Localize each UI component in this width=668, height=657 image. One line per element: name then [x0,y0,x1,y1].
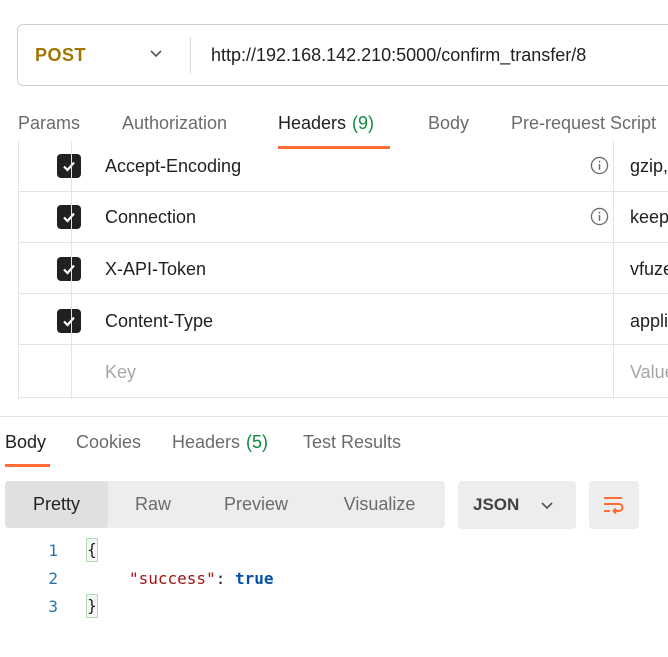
url-divider [190,37,191,73]
method-label: POST [35,44,87,65]
format-label: JSON [473,495,520,514]
header-value[interactable]: keep [630,207,668,228]
url-value: http://192.168.142.210:5000/confirm_tran… [211,44,587,65]
request-url-bar: POST http://192.168.142.210:5000/confirm… [17,24,668,86]
json-value: true [234,569,274,588]
line-number: 3 [48,597,58,616]
checkbox-checked-icon[interactable] [57,205,81,229]
view-raw-button[interactable]: Raw [108,481,198,528]
column-divider [71,141,72,399]
view-pretty-button[interactable]: Pretty [5,481,108,528]
view-label: Preview [223,494,289,514]
column-divider [613,141,614,399]
response-body-editor[interactable]: 1 { 2 "success": true 3 } [0,535,668,635]
header-value[interactable]: vfuze [630,259,668,280]
tab-label: Headers [278,113,347,133]
line-number: 1 [48,541,58,560]
json-close-brace: } [86,594,98,618]
tab-count: (9) [352,113,375,133]
tab-response-body[interactable]: Body [5,432,46,453]
tab-cookies[interactable]: Cookies [76,432,141,453]
tab-label: Body [428,113,470,133]
table-row: Connection keep [19,192,668,243]
checkbox-checked-icon[interactable] [57,154,81,178]
view-label: Pretty [32,494,80,514]
header-value[interactable]: appli [630,311,668,332]
tab-label: Test Results [303,432,402,452]
wrap-lines-icon [604,497,624,515]
view-mode-segmented-control: Pretty Raw Preview Visualize [5,481,445,528]
tab-test-results[interactable]: Test Results [303,432,401,453]
headers-table: Accept-Encoding gzip, Connection keep X-… [18,141,668,399]
table-row-new: Key Value [19,347,668,398]
json-colon: : [215,569,235,588]
view-preview-button[interactable]: Preview [198,481,314,528]
info-icon[interactable] [590,207,609,226]
tab-label: Authorization [122,113,228,133]
json-key-text: "success" [129,569,216,588]
header-key[interactable]: Content-Type [105,311,213,332]
tab-count: (5) [246,432,269,452]
pane-divider[interactable] [0,416,668,417]
format-select[interactable]: JSON [458,481,576,529]
active-tab-indicator [5,464,50,467]
table-row: X-API-Token vfuze [19,243,668,294]
checkbox-checked-icon[interactable] [57,309,81,333]
tab-label: Body [5,432,47,452]
tab-label: Pre-request Script [511,113,657,133]
header-key[interactable]: Connection [105,207,196,228]
method-select[interactable]: POST [35,25,86,85]
tab-label: Cookies [76,432,142,452]
table-row: Content-Type appli [19,294,668,345]
value-input[interactable]: Value [630,362,668,383]
wrap-lines-button[interactable] [589,481,639,529]
chevron-down-icon[interactable] [148,45,164,61]
json-key: "success": true [129,569,274,588]
tab-label: Params [18,113,81,133]
tab-label: Headers [172,432,241,452]
json-open-brace: { [86,538,98,562]
header-value[interactable]: gzip, [630,156,668,177]
view-label: Raw [134,494,171,514]
checkbox-checked-icon[interactable] [57,257,81,281]
url-input[interactable]: http://192.168.142.210:5000/confirm_tran… [211,25,586,85]
view-label: Visualize [343,494,416,514]
table-row: Accept-Encoding gzip, [19,141,668,192]
header-key[interactable]: X-API-Token [105,259,206,280]
tab-response-headers[interactable]: Headers (5) [172,432,268,453]
view-visualize-button[interactable]: Visualize [314,481,445,528]
chevron-down-icon [541,502,553,510]
line-number: 2 [48,569,58,588]
info-icon[interactable] [590,156,609,175]
header-key[interactable]: Accept-Encoding [105,156,241,177]
key-input[interactable]: Key [105,362,136,383]
